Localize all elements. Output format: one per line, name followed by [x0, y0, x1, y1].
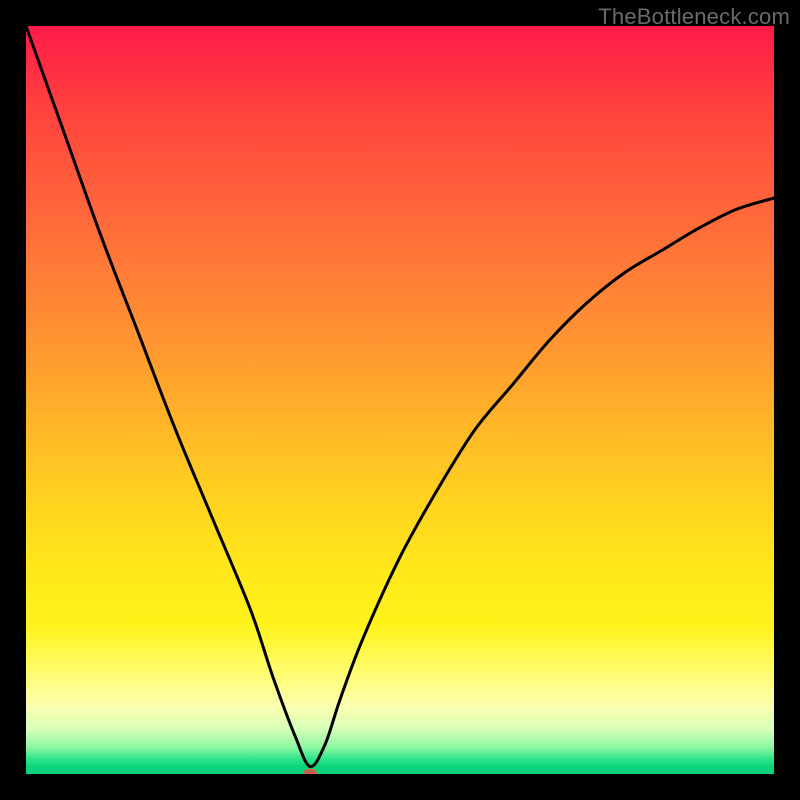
min-marker: [303, 769, 317, 774]
chart-frame: TheBottleneck.com: [0, 0, 800, 800]
plot-area: [26, 26, 774, 774]
curve-svg: [26, 26, 774, 774]
bottleneck-curve: [26, 26, 774, 767]
